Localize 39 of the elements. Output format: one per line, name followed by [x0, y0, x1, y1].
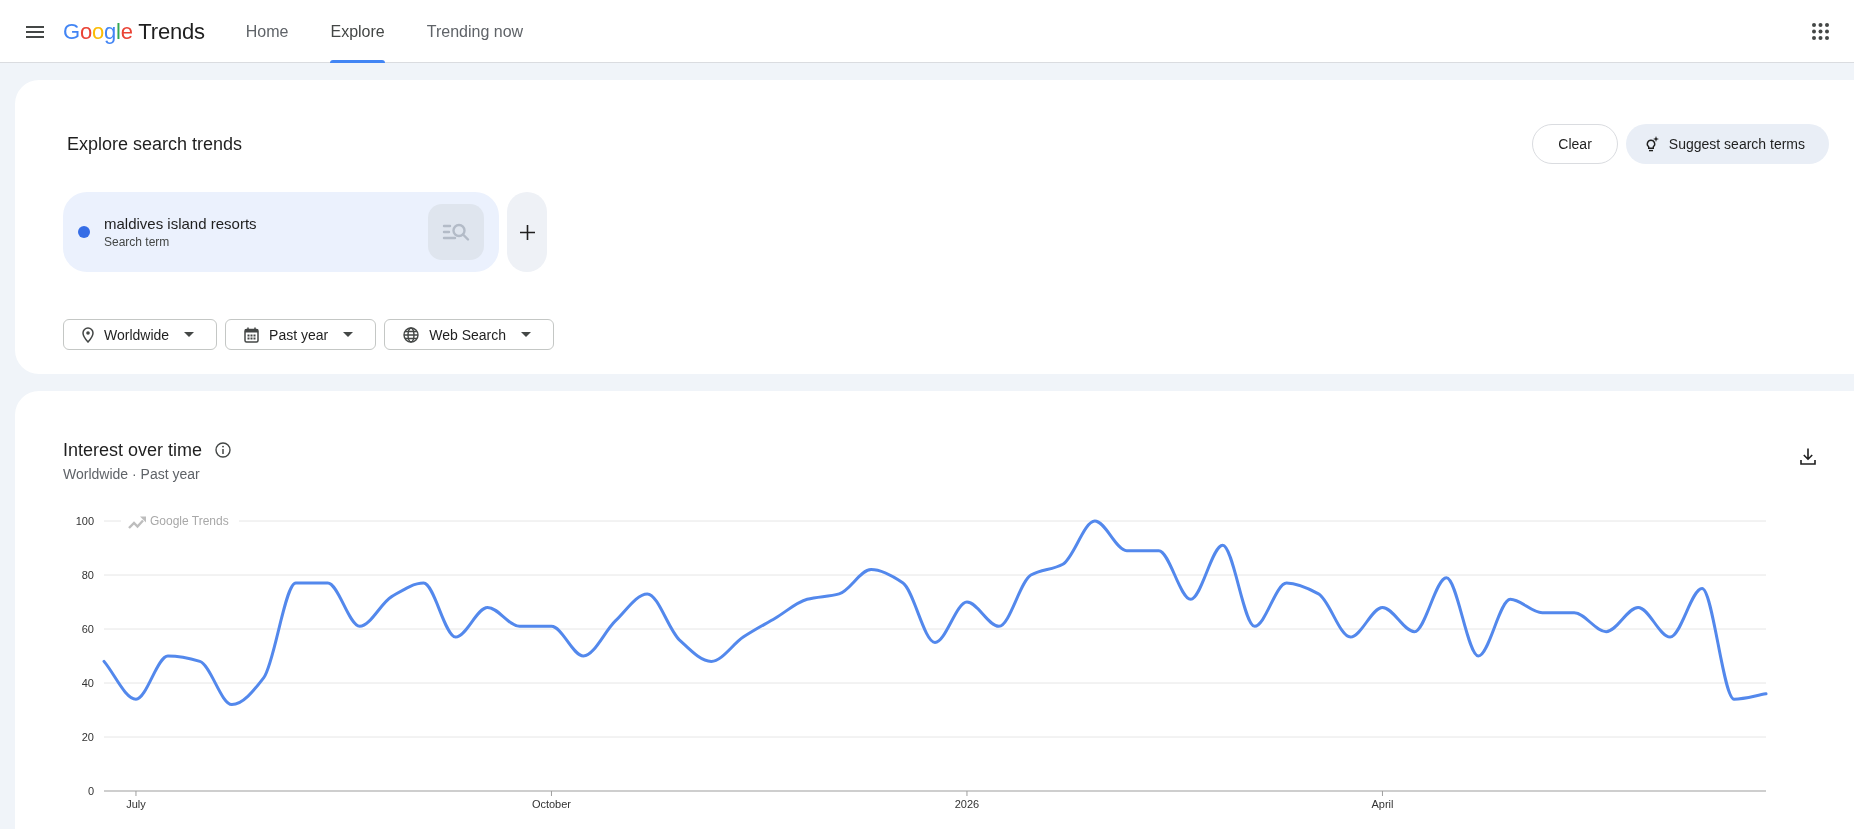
caret-icon — [521, 332, 532, 337]
nav-tab[interactable]: Trending now — [426, 0, 524, 63]
download-icon[interactable] — [1800, 448, 1816, 465]
search-type-dropdown[interactable]: Web Search — [384, 319, 555, 350]
caret-icon — [184, 332, 195, 337]
y-axis-label: 0 — [87, 785, 94, 797]
x-axis-label: October — [531, 798, 572, 810]
nav-tab[interactable]: Home — [245, 0, 289, 63]
x-axis-label: 2026 — [954, 798, 980, 810]
y-axis-label: 100 — [75, 515, 94, 527]
section-title: Interest over time — [63, 439, 203, 462]
time-range-dropdown[interactable]: Past year — [225, 319, 377, 350]
lightbulb-sparkle-icon — [1644, 136, 1659, 152]
x-axis-label: April — [1371, 798, 1394, 810]
apps-grid-icon[interactable] — [1812, 23, 1829, 40]
section-title: Explore search trends — [67, 133, 243, 156]
caret-icon — [343, 332, 354, 337]
term-type-label: Search term — [104, 233, 171, 251]
y-axis-label: 60 — [81, 623, 94, 635]
calendar-icon — [244, 326, 260, 343]
suggest-terms-button[interactable]: Suggest search terms — [1625, 124, 1829, 164]
trend-arrow-icon — [128, 516, 146, 529]
nav-tab[interactable]: Explore — [330, 0, 385, 63]
x-axis-label: July — [126, 798, 146, 810]
info-icon[interactable] — [215, 442, 232, 458]
clear-button[interactable]: Clear — [1532, 124, 1618, 164]
location-dropdown[interactable]: Worldwide — [63, 319, 218, 350]
y-axis-label: 40 — [81, 677, 94, 689]
search-term-text: maldives island resorts — [104, 213, 258, 234]
y-axis-label: 20 — [81, 731, 94, 743]
chart-brand-label: Google Trends — [150, 514, 229, 528]
location-pin-icon — [82, 326, 94, 343]
menu-icon[interactable] — [26, 25, 44, 38]
search-term-chip[interactable]: maldives island resorts Search term — [63, 192, 499, 272]
chart-subtitle: Worldwide · Past year — [63, 465, 201, 484]
y-axis-label: 80 — [81, 569, 94, 581]
app-logo[interactable]: Google Trends — [63, 17, 205, 46]
globe-icon — [403, 326, 420, 343]
plus-icon — [519, 224, 535, 240]
